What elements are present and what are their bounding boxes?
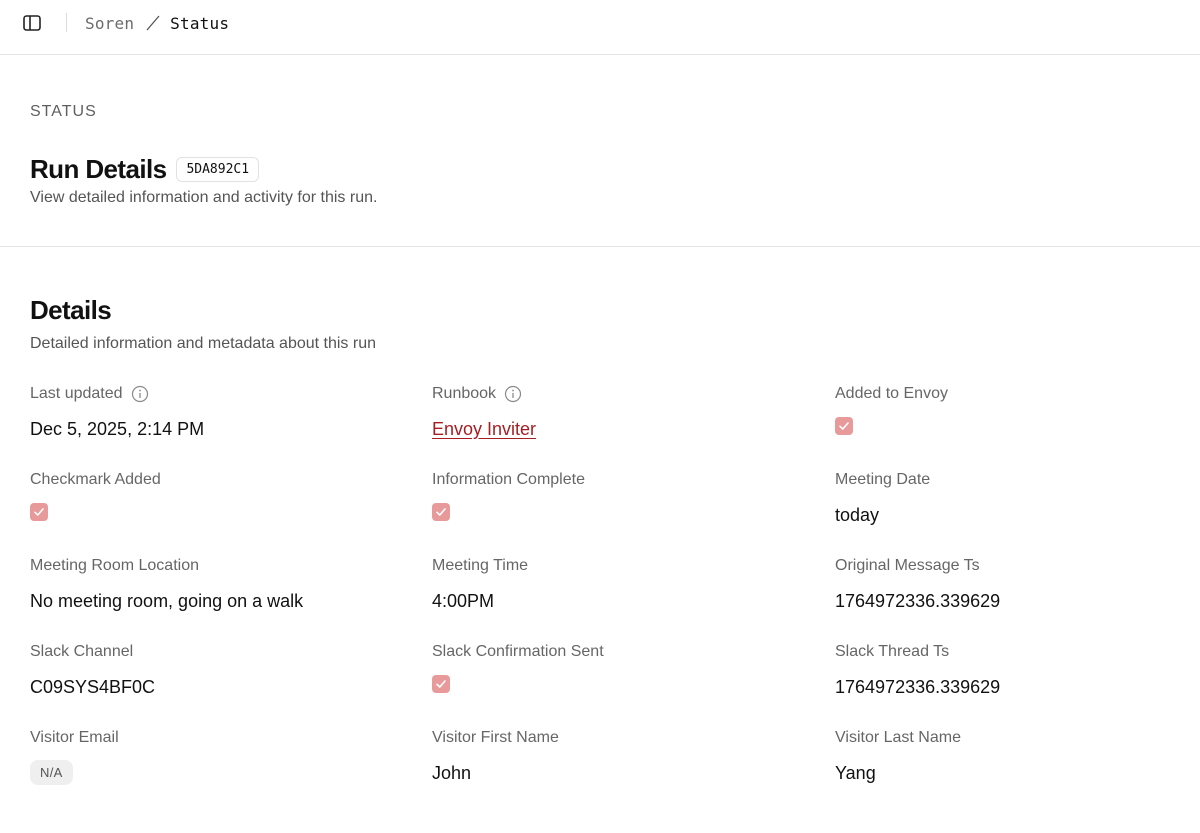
section-divider	[0, 246, 1200, 247]
field-value: Yang	[835, 762, 876, 783]
field-label: Visitor Last Name	[835, 729, 961, 746]
field-slack-channel: Slack Channel C09SYS4BF0C	[30, 642, 432, 728]
field-meeting-room-location: Meeting Room Location No meeting room, g…	[30, 556, 432, 642]
field-runbook: Runbook Envoy Inviter	[432, 384, 835, 470]
field-label: Last updated	[30, 385, 123, 402]
field-label: Meeting Room Location	[30, 557, 199, 574]
sidebar-toggle-icon	[23, 15, 41, 31]
info-icon[interactable]	[504, 385, 522, 403]
sidebar-toggle-button[interactable]	[20, 12, 44, 34]
field-label: Meeting Date	[835, 471, 931, 488]
field-label: Slack Thread Ts	[835, 643, 950, 660]
info-icon[interactable]	[131, 385, 149, 403]
field-label: Checkmark Added	[30, 471, 161, 488]
field-information-complete: Information Complete	[432, 470, 835, 556]
field-visitor-email: Visitor Email N/A	[30, 728, 432, 814]
title-row: Run Details 5DA892C1	[30, 153, 260, 185]
field-label: Slack Confirmation Sent	[432, 643, 604, 660]
field-label: Visitor Email	[30, 729, 119, 746]
check-icon	[34, 508, 44, 516]
checkbox-checked	[432, 675, 450, 693]
page-eyebrow: STATUS	[30, 103, 97, 120]
check-icon	[839, 422, 849, 430]
page-title: Run Details	[30, 153, 167, 184]
details-subtitle: Detailed information and metadata about …	[30, 335, 376, 352]
field-value: 1764972336.339629	[835, 590, 1001, 611]
empty-value-badge: N/A	[30, 760, 73, 785]
field-checkmark-added: Checkmark Added	[30, 470, 432, 556]
checkbox-checked	[835, 417, 853, 435]
field-meeting-date: Meeting Date today	[835, 470, 1170, 556]
field-visitor-last-name: Visitor Last Name Yang	[835, 728, 1170, 814]
field-visitor-first-name: Visitor First Name John	[432, 728, 835, 814]
breadcrumb-item-soren[interactable]: Soren	[85, 14, 134, 33]
field-value: No meeting room, going on a walk	[30, 590, 304, 611]
checkbox-checked	[432, 503, 450, 521]
breadcrumb: Soren Status	[85, 12, 229, 34]
field-value: John	[432, 762, 472, 783]
field-label: Original Message Ts	[835, 557, 980, 574]
field-slack-confirmation-sent: Slack Confirmation Sent	[432, 642, 835, 728]
field-value: C09SYS4BF0C	[30, 676, 156, 697]
page-subtitle: View detailed information and activity f…	[30, 189, 378, 206]
breadcrumb-separator-icon	[146, 15, 160, 31]
field-label: Added to Envoy	[835, 385, 948, 402]
field-meeting-time: Meeting Time 4:00PM	[432, 556, 835, 642]
field-value: 4:00PM	[432, 590, 495, 611]
field-label: Meeting Time	[432, 557, 529, 574]
check-icon	[436, 680, 446, 688]
details-title: Details	[30, 295, 112, 325]
field-label: Visitor First Name	[432, 729, 559, 746]
field-label: Information Complete	[432, 471, 585, 488]
field-original-message-ts: Original Message Ts 1764972336.339629	[835, 556, 1170, 642]
details-grid: Last updated Dec 5, 2025, 2:14 PM Runboo…	[30, 384, 1170, 814]
top-bar: Soren Status	[0, 0, 1200, 55]
breadcrumb-item-status[interactable]: Status	[170, 14, 229, 33]
field-label: Runbook	[432, 385, 497, 402]
runbook-link[interactable]: Envoy Inviter	[432, 419, 536, 440]
checkbox-checked	[30, 503, 48, 521]
field-slack-thread-ts: Slack Thread Ts 1764972336.339629	[835, 642, 1170, 728]
run-id-badge: 5DA892C1	[176, 156, 260, 182]
field-value: 1764972336.339629	[835, 676, 1001, 697]
field-value: today	[835, 504, 880, 525]
field-value: Dec 5, 2025, 2:14 PM	[30, 418, 205, 439]
field-last-updated: Last updated Dec 5, 2025, 2:14 PM	[30, 384, 432, 470]
check-icon	[436, 508, 446, 516]
field-label: Slack Channel	[30, 643, 134, 660]
topbar-divider	[66, 13, 67, 32]
field-added-to-envoy: Added to Envoy	[835, 384, 1170, 470]
